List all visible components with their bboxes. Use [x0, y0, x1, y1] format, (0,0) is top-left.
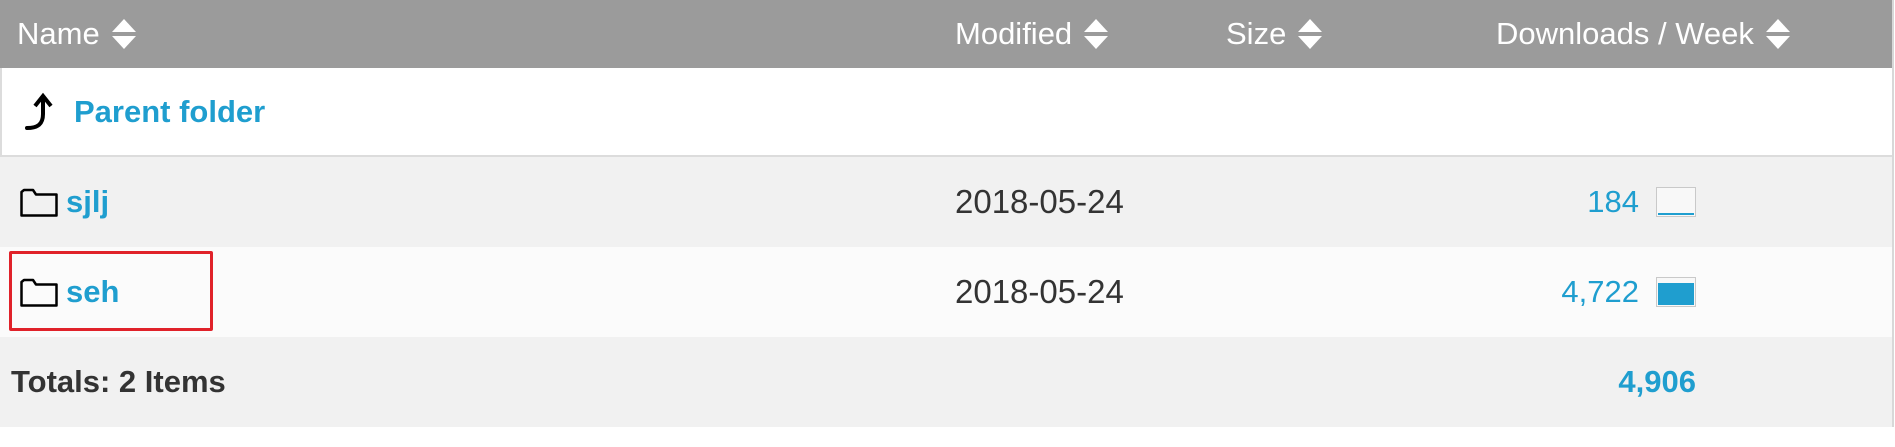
totals-label: Totals: 2 Items [11, 364, 226, 399]
column-label-modified: Modified [955, 16, 1073, 51]
table-row: seh 2018-05-24 4,722 [0, 247, 1892, 337]
column-label-name: Name [17, 16, 100, 51]
column-label-size: Size [1226, 16, 1287, 51]
downloads-sparkline[interactable] [1656, 187, 1696, 217]
sparkline-fill [1658, 213, 1694, 215]
parent-folder-row[interactable]: Parent folder [0, 68, 1892, 157]
column-header-modified[interactable]: Modified [955, 0, 1109, 68]
folder-icon [20, 188, 58, 217]
totals-row: Totals: 2 Items 4,906 [0, 337, 1892, 427]
totals-downloads: 4,906 [1618, 364, 1696, 399]
table-row: sjlj 2018-05-24 184 [0, 157, 1892, 247]
modified-date: 2018-05-24 [955, 183, 1124, 220]
folder-link[interactable]: sjlj [66, 184, 109, 220]
page-bottom [0, 427, 1895, 447]
arrow-up-icon [25, 92, 53, 130]
folder-icon [20, 278, 58, 307]
column-header-size[interactable]: Size [1226, 0, 1323, 68]
parent-folder-link[interactable]: Parent folder [74, 94, 265, 130]
downloads-count[interactable]: 4,722 [1561, 274, 1639, 310]
file-table: Name Modified Size Downloads / Week Pare… [0, 0, 1894, 427]
downloads-sparkline[interactable] [1656, 277, 1696, 307]
sort-icon[interactable] [1084, 18, 1109, 50]
folder-link[interactable]: seh [66, 274, 119, 310]
table-header: Name Modified Size Downloads / Week [0, 0, 1892, 68]
sort-icon[interactable] [1765, 18, 1790, 50]
sort-icon[interactable] [111, 18, 136, 50]
column-header-name[interactable]: Name [17, 0, 136, 68]
downloads-count[interactable]: 184 [1587, 184, 1639, 220]
sparkline-fill [1658, 283, 1694, 305]
column-header-downloads[interactable]: Downloads / Week [1496, 0, 1790, 68]
modified-date: 2018-05-24 [955, 273, 1124, 310]
sort-icon[interactable] [1298, 18, 1323, 50]
column-label-downloads: Downloads / Week [1496, 16, 1754, 51]
